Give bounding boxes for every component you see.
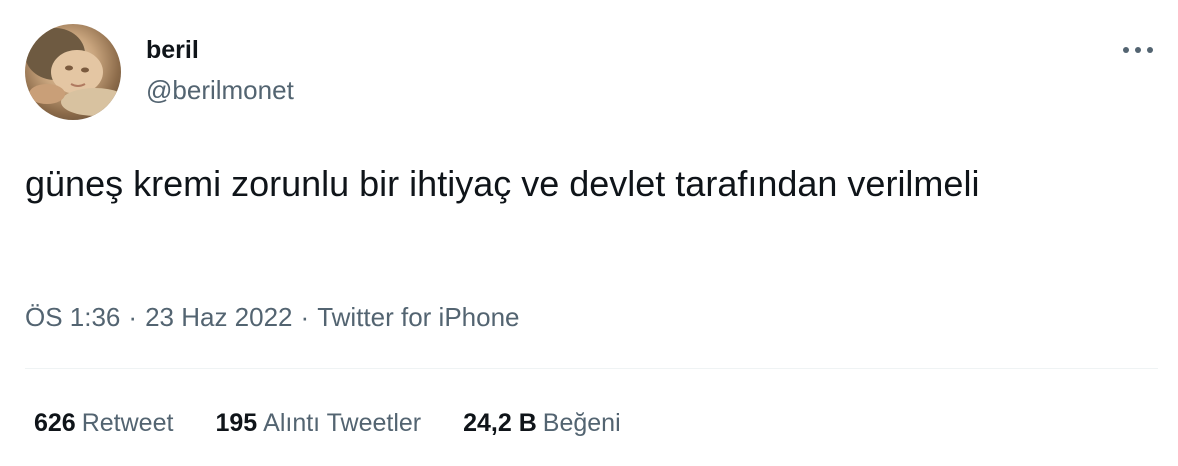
tweet-date-link[interactable]: 23 Haz 2022 [145,302,292,332]
tweet-text: güneş kremi zorunlu bir ihtiyaç ve devle… [25,163,980,204]
display-name[interactable]: beril [146,34,199,66]
retweets-stat[interactable]: 626 Retweet [34,406,173,440]
like-label: Beğeni [542,409,621,437]
likes-stat[interactable]: 24,2 B Beğeni [463,406,621,440]
retweet-label: Retweet [81,409,174,437]
divider [25,368,1158,369]
avatar[interactable] [25,24,121,120]
meta-separator: · [300,302,310,332]
more-horizontal-icon [1123,47,1153,53]
like-count: 24,2 B [463,409,537,437]
retweet-count: 626 [34,409,76,437]
more-options-button[interactable] [1118,36,1158,64]
user-handle[interactable]: @berilmonet [146,74,294,106]
tweet-time-link[interactable]: ÖS 1:36 [25,302,120,332]
quote-tweet-label: Alıntı Tweetler [263,409,422,437]
meta-separator: · [128,302,138,332]
tweet-stats: 626 Retweet 195 Alıntı Tweetler 24,2 B Beğe… [34,406,663,440]
quote-tweets-stat[interactable]: 195 Alıntı Tweetler [215,406,421,440]
tweet-card: beril @berilmonet güneş kremi zorunlu bi… [0,0,1178,466]
tweet-source-link[interactable]: Twitter for iPhone [317,302,519,332]
tweet-meta: ÖS 1:36 · 23 Haz 2022 · Twitter for iPhone [25,300,520,334]
quote-tweet-count: 195 [215,409,258,437]
avatar-image [25,28,121,116]
